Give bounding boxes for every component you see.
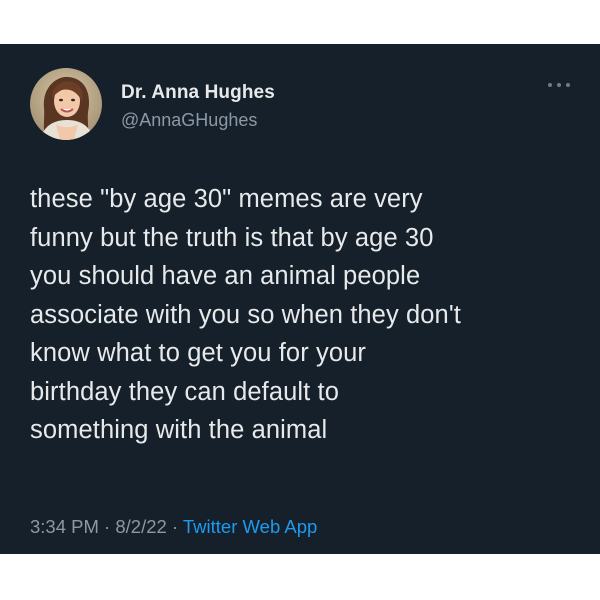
meta-separator: · — [98, 516, 116, 537]
display-name[interactable]: Dr. Anna Hughes — [121, 82, 275, 104]
avatar-photo — [30, 68, 102, 140]
screenshot-frame: Dr. Anna Hughes @AnnaGHughes these "by a… — [0, 0, 600, 600]
tweet-source-link[interactable]: Twitter Web App — [183, 516, 317, 537]
more-dot — [557, 83, 561, 87]
avatar[interactable] — [30, 68, 102, 140]
tweet-metadata: 3:34 PM · 8/2/22 · Twitter Web App — [30, 516, 317, 538]
user-handle[interactable]: @AnnaGHughes — [121, 110, 257, 131]
meta-separator: · — [166, 516, 183, 537]
tweet-card: Dr. Anna Hughes @AnnaGHughes these "by a… — [0, 44, 600, 554]
more-dot — [566, 83, 570, 87]
tweet-text: these "by age 30" memes are very funny b… — [30, 185, 461, 444]
more-horizontal-icon[interactable] — [548, 80, 570, 90]
tweet-time[interactable]: 3:34 PM — [30, 516, 99, 537]
more-dot — [548, 83, 552, 87]
tweet-date[interactable]: 8/2/22 — [115, 516, 166, 537]
